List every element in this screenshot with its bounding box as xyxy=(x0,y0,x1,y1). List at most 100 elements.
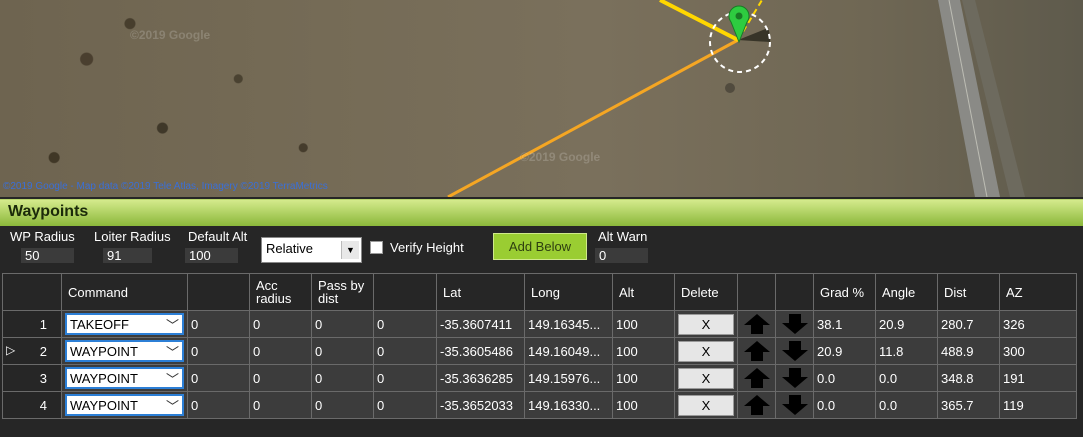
chevron-down-icon[interactable]: ﹀ xyxy=(166,315,179,334)
down-cell[interactable] xyxy=(775,364,814,392)
header-p1[interactable] xyxy=(187,273,250,311)
delete-button[interactable]: X xyxy=(678,340,734,362)
command-select[interactable]: WAYPOINT ﹀ xyxy=(65,367,184,389)
pass-by-dist-cell[interactable]: 0 xyxy=(311,364,374,392)
wp-radius-input[interactable]: 50 xyxy=(21,248,74,263)
table-row[interactable]: 1 TAKEOFF ﹀ 0 0 0 0 -35.3607411 149.16345… xyxy=(2,310,1077,338)
dropdown-arrow-icon[interactable]: ▼ xyxy=(341,241,359,259)
map-copyright[interactable]: ©2019 Google - Map data ©2019 Tele Atlas… xyxy=(3,181,328,192)
delete-button[interactable]: X xyxy=(678,313,734,335)
header-angle[interactable]: Angle xyxy=(875,273,938,311)
row-index[interactable]: 1 xyxy=(2,310,62,338)
header-dist[interactable]: Dist xyxy=(937,273,1000,311)
header-lat[interactable]: Lat xyxy=(436,273,525,311)
row-index[interactable]: 3 xyxy=(2,364,62,392)
map-feature xyxy=(725,83,735,93)
header-down[interactable] xyxy=(775,273,814,311)
acc-radius-cell[interactable]: 0 xyxy=(249,337,312,365)
up-cell[interactable] xyxy=(737,337,776,365)
alt-cell[interactable]: 100 xyxy=(612,337,675,365)
header-delete[interactable]: Delete xyxy=(674,273,738,311)
alt-frame-select[interactable]: Relative ▼ xyxy=(261,237,362,263)
up-cell[interactable] xyxy=(737,364,776,392)
table-row[interactable]: 3 WAYPOINT ﹀ 0 0 0 0 -35.3636285 149.1597… xyxy=(2,364,1077,392)
alt-warn-input[interactable]: 0 xyxy=(595,248,648,263)
param1-cell[interactable]: 0 xyxy=(187,391,250,419)
command-select[interactable]: WAYPOINT ﹀ xyxy=(65,394,184,416)
row-index[interactable]: ▷ 2 xyxy=(2,337,62,365)
alt-cell[interactable]: 100 xyxy=(612,391,675,419)
down-cell[interactable] xyxy=(775,310,814,338)
up-cell[interactable] xyxy=(737,310,776,338)
header-command[interactable]: Command xyxy=(61,273,188,311)
up-cell[interactable] xyxy=(737,391,776,419)
delete-button[interactable]: X xyxy=(678,367,734,389)
verify-height-checkbox[interactable] xyxy=(370,241,383,254)
down-cell[interactable] xyxy=(775,337,814,365)
header-up[interactable] xyxy=(737,273,776,311)
add-below-button[interactable]: Add Below xyxy=(493,233,587,260)
header-pass-by-dist[interactable]: Pass by dist xyxy=(311,273,374,311)
arrow-down-icon[interactable] xyxy=(780,394,810,416)
command-cell[interactable]: TAKEOFF ﹀ xyxy=(61,310,188,338)
waypoints-header[interactable]: Waypoints xyxy=(0,199,1083,226)
command-value: WAYPOINT xyxy=(70,398,138,413)
pass-by-dist-cell[interactable]: 0 xyxy=(311,337,374,365)
arrow-up-icon[interactable] xyxy=(742,394,772,416)
param1-cell[interactable]: 0 xyxy=(187,310,250,338)
command-cell[interactable]: WAYPOINT ﹀ xyxy=(61,391,188,419)
arrow-up-icon[interactable] xyxy=(742,313,772,335)
param1-cell[interactable]: 0 xyxy=(187,337,250,365)
header-long[interactable]: Long xyxy=(524,273,613,311)
header-acc-radius[interactable]: Acc radius xyxy=(249,273,312,311)
default-alt-input[interactable]: 100 xyxy=(185,248,238,263)
chevron-down-icon[interactable]: ﹀ xyxy=(166,342,179,361)
arrow-up-icon[interactable] xyxy=(742,367,772,389)
table-row[interactable]: ▷ 2 WAYPOINT ﹀ 0 0 0 0 -35.3605486 149.160… xyxy=(2,337,1077,365)
alt-cell[interactable]: 100 xyxy=(612,310,675,338)
acc-radius-cell[interactable]: 0 xyxy=(249,364,312,392)
alt-cell[interactable]: 100 xyxy=(612,364,675,392)
acc-radius-cell[interactable]: 0 xyxy=(249,310,312,338)
arrow-up-icon[interactable] xyxy=(742,340,772,362)
header-p4[interactable] xyxy=(373,273,437,311)
command-cell[interactable]: WAYPOINT ﹀ xyxy=(61,364,188,392)
pass-by-dist-cell[interactable]: 0 xyxy=(311,391,374,419)
map-view[interactable]: ©2019 Google ©2019 Google ©2019 Google -… xyxy=(0,0,1083,197)
header-alt[interactable]: Alt xyxy=(612,273,675,311)
az-cell: 326 xyxy=(999,310,1077,338)
header-grad[interactable]: Grad % xyxy=(813,273,876,311)
loiter-radius-input[interactable]: 91 xyxy=(103,248,152,263)
arrow-down-icon[interactable] xyxy=(780,340,810,362)
chevron-down-icon[interactable]: ﹀ xyxy=(166,396,179,415)
lat-cell[interactable]: -35.3636285 xyxy=(436,364,525,392)
acc-radius-cell[interactable]: 0 xyxy=(249,391,312,419)
row-index[interactable]: 4 xyxy=(2,391,62,419)
command-select[interactable]: WAYPOINT ﹀ xyxy=(65,340,184,362)
long-cell[interactable]: 149.16345... xyxy=(524,310,613,338)
lat-cell[interactable]: -35.3607411 xyxy=(436,310,525,338)
delete-button[interactable]: X xyxy=(678,394,734,416)
long-cell[interactable]: 149.16330... xyxy=(524,391,613,419)
arrow-down-icon[interactable] xyxy=(780,313,810,335)
param1-cell[interactable]: 0 xyxy=(187,364,250,392)
loiter-radius-label: Loiter Radius xyxy=(94,229,171,244)
command-cell[interactable]: WAYPOINT ﹀ xyxy=(61,337,188,365)
command-select[interactable]: TAKEOFF ﹀ xyxy=(65,313,184,335)
row-index-label: 3 xyxy=(39,370,47,386)
pass-by-dist-cell[interactable]: 0 xyxy=(311,310,374,338)
param4-cell[interactable]: 0 xyxy=(373,337,437,365)
grad-cell: 38.1 xyxy=(813,310,876,338)
long-cell[interactable]: 149.15976... xyxy=(524,364,613,392)
param4-cell[interactable]: 0 xyxy=(373,364,437,392)
lat-cell[interactable]: -35.3605486 xyxy=(436,337,525,365)
param4-cell[interactable]: 0 xyxy=(373,391,437,419)
header-az[interactable]: AZ xyxy=(999,273,1077,311)
chevron-down-icon[interactable]: ﹀ xyxy=(166,369,179,388)
lat-cell[interactable]: -35.3652033 xyxy=(436,391,525,419)
long-cell[interactable]: 149.16049... xyxy=(524,337,613,365)
param4-cell[interactable]: 0 xyxy=(373,310,437,338)
arrow-down-icon[interactable] xyxy=(780,367,810,389)
down-cell[interactable] xyxy=(775,391,814,419)
table-row[interactable]: 4 WAYPOINT ﹀ 0 0 0 0 -35.3652033 149.1633… xyxy=(2,391,1077,419)
